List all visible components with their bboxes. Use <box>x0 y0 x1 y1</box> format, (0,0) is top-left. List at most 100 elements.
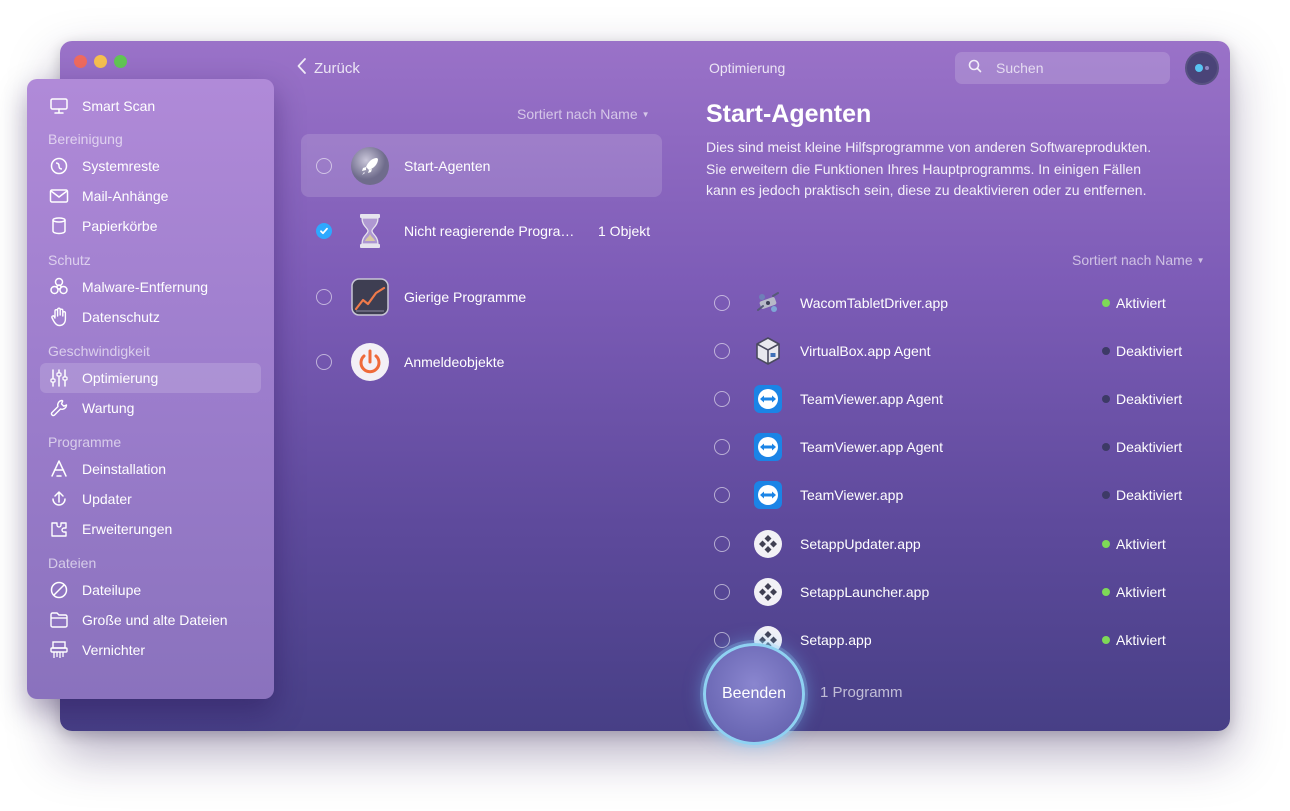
status-label: Deaktiviert <box>1116 391 1183 407</box>
item-radio[interactable] <box>714 632 730 648</box>
list-item[interactable]: VirtualBox.app Agent Deaktiviert <box>706 329 1198 373</box>
close-window-button[interactable] <box>74 55 87 68</box>
search-input[interactable] <box>996 60 1156 76</box>
status-badge: Aktiviert <box>1102 632 1166 648</box>
item-radio[interactable] <box>714 439 730 455</box>
list-item[interactable]: TeamViewer.app Agent Deaktiviert <box>706 425 1198 469</box>
list-item[interactable]: WacomTabletDriver.app Aktiviert <box>706 281 1198 325</box>
category-label: Start-Agenten <box>404 157 491 174</box>
search-field[interactable] <box>955 52 1170 84</box>
category-label: Anmeldeobjekte <box>404 353 505 370</box>
sidebar-item-label: Papierkörbe <box>82 218 158 234</box>
category-radio[interactable] <box>316 157 332 174</box>
sidebar-item-uninstaller[interactable]: Deinstallation <box>40 454 261 484</box>
sidebar-item-label: Smart Scan <box>82 98 156 114</box>
lens-icon <box>48 579 70 601</box>
wrench-icon <box>48 397 70 419</box>
list-item[interactable]: TeamViewer.app Deaktiviert <box>706 473 1198 517</box>
category-radio[interactable] <box>316 288 332 305</box>
assistant-button[interactable] <box>1185 51 1219 85</box>
rocket-icon <box>350 146 390 186</box>
app-name: Setapp.app <box>800 632 872 648</box>
assistant-dot-icon <box>1195 64 1203 72</box>
teamviewer-icon <box>752 431 784 463</box>
sidebar-item-label: Optimierung <box>82 370 159 386</box>
sidebar-item-updater[interactable]: Updater <box>40 484 261 514</box>
category-launch-agents[interactable]: Start-Agenten <box>301 134 662 197</box>
sidebar-item-large-old-files[interactable]: Große und alte Dateien <box>40 605 261 635</box>
sidebar-item-label: Systemreste <box>82 158 160 174</box>
status-label: Deaktiviert <box>1116 487 1183 503</box>
sidebar-item-malware-removal[interactable]: Malware-Entfernung <box>40 272 261 302</box>
chevron-left-icon <box>296 56 308 81</box>
sidebar-item-label: Deinstallation <box>82 461 167 477</box>
status-dot <box>1102 588 1110 596</box>
list-item[interactable]: SetappLauncher.app Aktiviert <box>706 570 1198 614</box>
item-radio[interactable] <box>714 295 730 311</box>
teamviewer-icon <box>752 479 784 511</box>
sort-label: Sortiert nach Name <box>1072 252 1193 268</box>
mail-icon <box>48 185 70 207</box>
status-badge: Deaktiviert <box>1102 439 1182 455</box>
status-badge: Deaktiviert <box>1102 343 1182 359</box>
category-radio[interactable] <box>316 353 332 370</box>
status-dot <box>1102 299 1110 307</box>
item-radio[interactable] <box>714 343 730 359</box>
quit-button[interactable]: Beenden <box>703 643 805 745</box>
category-hung-applications[interactable]: Nicht reagierende Programme 1 Objekt <box>301 199 662 262</box>
status-badge: Aktiviert <box>1102 536 1166 552</box>
checkmark-icon <box>320 227 328 234</box>
back-button[interactable]: Zurück <box>296 56 360 81</box>
category-heavy-consumers[interactable]: Gierige Programme <box>301 265 662 328</box>
status-badge: Aktiviert <box>1102 295 1166 311</box>
sidebar-item-optimization[interactable]: Optimierung <box>40 363 261 393</box>
category-label: Nicht reagierende Programme <box>404 222 580 239</box>
uninstaller-icon <box>48 458 70 480</box>
status-badge: Deaktiviert <box>1102 391 1182 407</box>
system-junk-icon <box>48 155 70 177</box>
zoom-window-button[interactable] <box>114 55 127 68</box>
minimize-window-button[interactable] <box>94 55 107 68</box>
status-dot <box>1102 636 1110 644</box>
status-badge: Deaktiviert <box>1102 487 1182 503</box>
sidebar: Smart Scan Bereinigung Systemreste Mail-… <box>27 79 274 699</box>
sidebar-item-system-junk[interactable]: Systemreste <box>40 151 261 181</box>
setapp-icon <box>752 576 784 608</box>
item-radio[interactable] <box>714 536 730 552</box>
app-name: SetappUpdater.app <box>800 536 921 552</box>
sidebar-item-label: Große und alte Dateien <box>82 612 228 628</box>
status-label: Aktiviert <box>1116 632 1166 648</box>
app-name: TeamViewer.app Agent <box>800 439 943 455</box>
app-name: VirtualBox.app Agent <box>800 343 931 359</box>
setapp-icon <box>752 528 784 560</box>
sidebar-item-mail-attachments[interactable]: Mail-Anhänge <box>40 181 261 211</box>
sidebar-item-label: Malware-Entfernung <box>82 279 209 295</box>
sidebar-heading-protection: Schutz <box>48 252 91 268</box>
sidebar-item-label: Erweiterungen <box>82 521 173 537</box>
category-login-items[interactable]: Anmeldeobjekte <box>301 330 662 393</box>
item-radio[interactable] <box>714 487 730 503</box>
selected-count: 1 Programm <box>820 684 903 701</box>
sidebar-item-label: Wartung <box>82 400 135 416</box>
category-checkbox-checked[interactable] <box>316 222 332 239</box>
sidebar-item-maintenance[interactable]: Wartung <box>40 393 261 423</box>
item-radio[interactable] <box>714 584 730 600</box>
sidebar-heading-applications: Programme <box>48 434 122 450</box>
extensions-icon <box>48 518 70 540</box>
sidebar-item-space-lens[interactable]: Dateilupe <box>40 575 261 605</box>
categories-sort-menu[interactable]: Sortiert nach Name ▼ <box>517 106 650 122</box>
sidebar-item-trash[interactable]: Papierkörbe <box>40 211 261 241</box>
sidebar-item-extensions[interactable]: Erweiterungen <box>40 514 261 544</box>
sidebar-item-label: Datenschutz <box>82 309 160 325</box>
detail-sort-menu[interactable]: Sortiert nach Name ▼ <box>1072 252 1205 268</box>
list-item[interactable]: SetappUpdater.app Aktiviert <box>706 522 1198 566</box>
sidebar-heading-speed: Geschwindigkeit <box>48 343 150 359</box>
item-radio[interactable] <box>714 391 730 407</box>
sidebar-item-smart-scan[interactable]: Smart Scan <box>40 91 261 121</box>
detail-description: Dies sind meist kleine Hilfsprogramme vo… <box>706 139 1152 198</box>
sidebar-item-privacy[interactable]: Datenschutz <box>40 302 261 332</box>
list-item[interactable]: TeamViewer.app Agent Deaktiviert <box>706 377 1198 421</box>
detail-title: Start-Agenten <box>706 100 872 128</box>
app-name: TeamViewer.app Agent <box>800 391 943 407</box>
sidebar-item-shredder[interactable]: Vernichter <box>40 635 261 665</box>
